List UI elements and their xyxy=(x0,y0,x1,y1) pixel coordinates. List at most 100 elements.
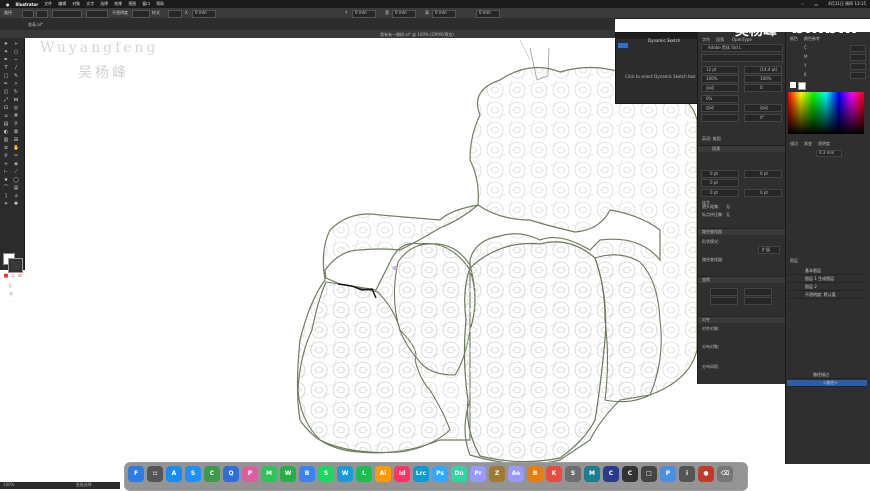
direct-selection-tool-icon[interactable]: ➢ xyxy=(13,42,19,47)
blend-icon[interactable]: ◐ xyxy=(3,130,9,135)
channel-m-field[interactable] xyxy=(850,54,866,61)
punct-value[interactable]: 无 xyxy=(726,212,730,218)
sublayer-row-selected[interactable]: <路径> xyxy=(787,380,867,387)
line-icon[interactable]: L xyxy=(356,466,372,482)
width-tool-icon[interactable]: ⋈ xyxy=(13,98,19,103)
curvature-tool-icon[interactable]: ∼ xyxy=(13,58,19,63)
lightroom-classic-icon[interactable]: Lrc xyxy=(413,466,429,482)
zoom-tool-icon[interactable]: ⚲ xyxy=(3,154,9,159)
layer-row[interactable]: 图层 1 生成图层 xyxy=(787,276,867,283)
fill-dropdown[interactable] xyxy=(22,10,34,18)
arc-tool-icon[interactable]: ⌒ xyxy=(3,186,9,191)
keyshot-icon[interactable]: K xyxy=(546,466,562,482)
menu-type[interactable]: 文字 xyxy=(86,1,94,7)
zbrush-icon[interactable]: Z xyxy=(489,466,505,482)
rectangle-tool-icon[interactable]: □ xyxy=(3,74,9,79)
baidu-netdisk-icon[interactable]: B xyxy=(299,466,315,482)
tracking-field[interactable] xyxy=(744,84,782,92)
live-paint-icon[interactable]: ◈ xyxy=(13,162,19,167)
pencil-icon[interactable]: ✏ xyxy=(3,82,9,87)
menu-edit[interactable]: 编辑 xyxy=(58,1,66,7)
reshape-icon[interactable]: ⟆ xyxy=(3,194,9,199)
mesh-icon[interactable]: # xyxy=(13,114,19,119)
dimension-icon[interactable]: Dn xyxy=(451,466,467,482)
lasso-icon[interactable]: ○ xyxy=(13,50,19,55)
tab-paragraph[interactable]: 段落 xyxy=(716,37,724,43)
font-style-field[interactable] xyxy=(701,54,783,62)
menu-view[interactable]: 视图 xyxy=(128,1,136,7)
perspective-icon[interactable]: ⌂ xyxy=(3,114,9,119)
bloat-icon[interactable]: ✺ xyxy=(13,202,19,207)
trash-icon[interactable]: ⌫ xyxy=(717,466,733,482)
measure-icon[interactable]: ⊢ xyxy=(3,170,9,175)
screenshot-icon[interactable]: □ xyxy=(641,466,657,482)
doc-tab[interactable]: 花朵.ai* xyxy=(28,22,43,28)
brush-dropdown[interactable] xyxy=(86,10,108,18)
layer-row[interactable]: 图层 2 xyxy=(787,284,867,291)
photos-icon[interactable]: P xyxy=(242,466,258,482)
color-spectrum[interactable] xyxy=(788,92,864,134)
transform-x-field[interactable] xyxy=(710,288,738,296)
stroke-color-chip[interactable] xyxy=(798,82,806,90)
tab-character[interactable]: 字符 xyxy=(702,37,710,43)
free-transform-icon[interactable]: ⊡ xyxy=(3,106,9,111)
stroke-dropdown[interactable] xyxy=(36,10,48,18)
menu-window[interactable]: 窗口 xyxy=(142,1,150,7)
hand-tool-icon[interactable]: ✋ xyxy=(13,146,19,151)
first-line-indent-field[interactable] xyxy=(701,179,739,187)
shaper-icon[interactable]: ✧ xyxy=(13,82,19,87)
preview-icon[interactable]: P xyxy=(660,466,676,482)
stroke-weight-field[interactable] xyxy=(52,10,82,18)
channel-y-field[interactable] xyxy=(850,63,866,70)
recorder-icon[interactable]: ● xyxy=(698,466,714,482)
menu-help[interactable]: 帮助 xyxy=(156,1,164,7)
artboard-canvas[interactable] xyxy=(25,38,697,462)
clock[interactable]: 4月11日 周四 13:15 xyxy=(828,1,866,7)
zoom-level[interactable]: 100% xyxy=(3,482,14,487)
after-effects-icon[interactable]: Ae xyxy=(508,466,524,482)
pucker-icon[interactable]: ✶ xyxy=(3,202,9,207)
shape-builder-icon[interactable]: ◎ xyxy=(13,106,19,111)
type-tool-icon[interactable]: T xyxy=(3,66,9,71)
battery-icon[interactable]: ▭ xyxy=(815,2,819,7)
indesign-icon[interactable]: Id xyxy=(394,466,410,482)
apple-icon[interactable]: ● xyxy=(6,2,10,7)
illustrator-icon[interactable]: Ai xyxy=(375,466,391,482)
fill-color-chip[interactable] xyxy=(790,82,796,88)
paragraph-tab[interactable]: 段落 xyxy=(712,146,720,152)
menu-file[interactable]: 文件 xyxy=(44,1,52,7)
app-menu[interactable]: Illustrator xyxy=(16,2,39,7)
menu-effect[interactable]: 效果 xyxy=(114,1,122,7)
draw-mode-icon[interactable]: ◧ xyxy=(8,284,14,289)
chrome-icon[interactable]: C xyxy=(204,466,220,482)
channel-c-field[interactable] xyxy=(850,45,866,52)
magic-wand-icon[interactable]: ✦ xyxy=(3,50,9,55)
gradient-mode-icon[interactable]: ▦ xyxy=(10,274,16,279)
artboard-tool-icon[interactable]: ⊞ xyxy=(13,138,19,143)
none-mode-icon[interactable]: ⊘ xyxy=(17,274,23,279)
twirl-icon[interactable]: ૭ xyxy=(13,194,19,199)
wechat-icon[interactable]: W xyxy=(280,466,296,482)
artwork[interactable] xyxy=(25,38,697,462)
layer-row[interactable]: 不透明度: 默认值 xyxy=(787,292,867,299)
pen-tool-icon[interactable]: ✒ xyxy=(3,58,9,63)
sublayer-row[interactable]: 路径描边 xyxy=(787,372,867,379)
istat-icon[interactable]: i xyxy=(679,466,695,482)
paragraph-align-buttons[interactable] xyxy=(701,156,781,162)
blender-icon[interactable]: B xyxy=(527,466,543,482)
stroke-swatch[interactable] xyxy=(8,258,23,273)
transform-w-field[interactable] xyxy=(744,288,772,296)
tab-stroke[interactable]: 描边 xyxy=(790,141,798,147)
wechat-work-icon[interactable]: W xyxy=(337,466,353,482)
symbol-sprayer-icon[interactable]: ✿ xyxy=(13,130,19,135)
color-mode-icon[interactable]: ■ xyxy=(3,274,9,279)
safari-icon[interactable]: S xyxy=(185,466,201,482)
premiere-icon[interactable]: Pr xyxy=(470,466,486,482)
channel-k-field[interactable] xyxy=(850,72,866,79)
wifi-icon[interactable]: ◠ xyxy=(801,2,805,7)
eyedropper-icon[interactable]: ⚲ xyxy=(13,122,19,127)
opacity-field[interactable] xyxy=(132,10,150,18)
rotate-icon[interactable]: ↻ xyxy=(13,90,19,95)
substance-icon[interactable]: S xyxy=(565,466,581,482)
qq-icon[interactable]: Q xyxy=(223,466,239,482)
